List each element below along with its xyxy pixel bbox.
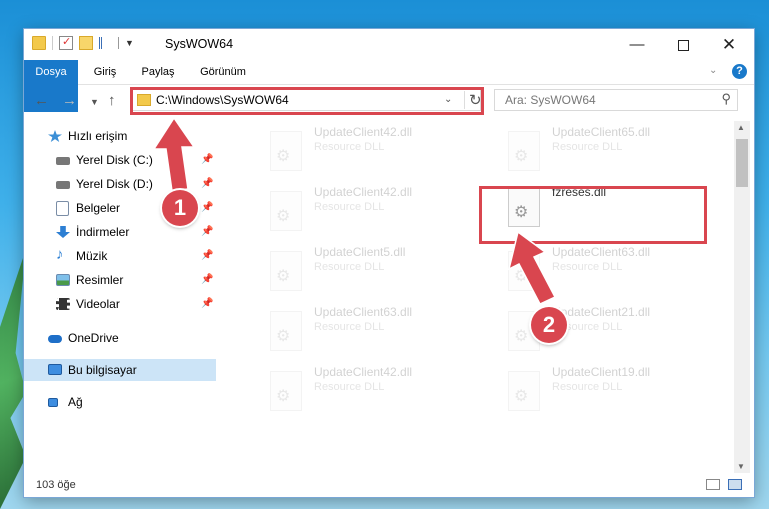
step-1-badge: 1 xyxy=(162,190,198,226)
arrow-to-address-bar xyxy=(152,116,196,192)
arrow-to-file xyxy=(507,230,557,305)
annotation-arrows xyxy=(152,116,557,305)
step-2-badge: 2 xyxy=(531,307,567,343)
desktop-background-palm xyxy=(0,249,26,509)
file-explorer-window: ▼ SysWOW64 — ✕ Dosya Giriş Paylaş Görünü… xyxy=(24,29,754,497)
